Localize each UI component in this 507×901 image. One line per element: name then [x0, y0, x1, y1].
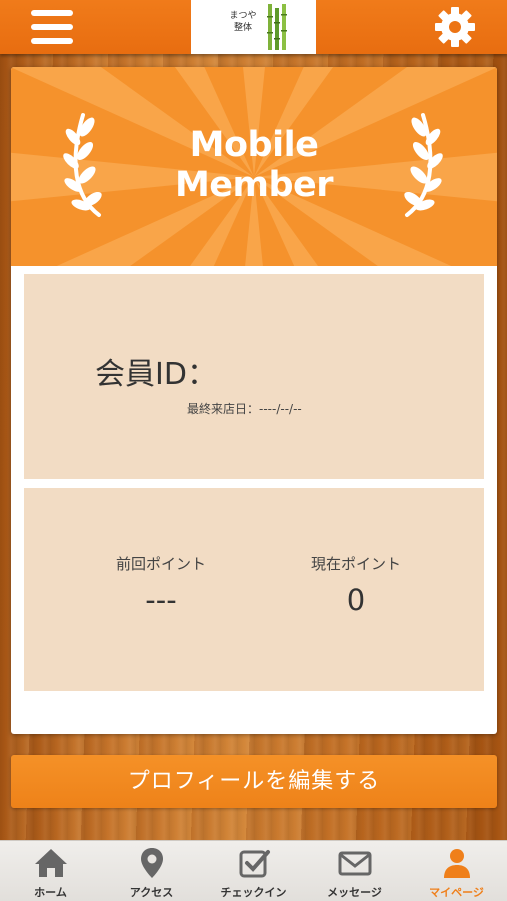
- tab-label-access: アクセス: [129, 886, 174, 899]
- top-header: まつや 整体: [0, 0, 507, 54]
- tab-label-checkin: チェックイン: [220, 886, 287, 899]
- gear-icon[interactable]: [434, 6, 476, 48]
- current-points-value: 0: [346, 583, 366, 617]
- checkbox-icon: [239, 850, 270, 878]
- envelope-icon: [338, 851, 372, 876]
- tab-home[interactable]: ホーム: [0, 841, 101, 901]
- tab-access[interactable]: アクセス: [101, 841, 202, 901]
- tab-mypage[interactable]: マイページ: [406, 841, 507, 901]
- tab-label-home: ホーム: [34, 886, 67, 899]
- last-visit-date: 最終来店日：----/--/--: [187, 402, 302, 416]
- bottom-tab-bar: ホーム アクセス チェックイン メッセージ マイページ: [0, 840, 507, 901]
- banner-title: Mobile Member: [11, 125, 497, 205]
- person-icon: [444, 849, 470, 878]
- map-pin-icon: [141, 848, 163, 878]
- member-id-label: 会員ID：: [95, 357, 217, 392]
- logo-text: まつや 整体: [229, 11, 257, 33]
- banner-title-line1: Mobile: [189, 125, 319, 165]
- edit-profile-button[interactable]: プロフィールを編集する: [11, 755, 497, 808]
- tab-message[interactable]: メッセージ: [304, 841, 405, 901]
- points-panel: 前回ポイント --- 現在ポイント 0: [24, 488, 484, 691]
- previous-points-value: ---: [145, 583, 177, 617]
- tab-label-mypage: マイページ: [429, 886, 484, 899]
- banner-title-line2: Member: [174, 165, 334, 205]
- current-points-label: 現在ポイント: [310, 555, 401, 573]
- hamburger-menu-icon[interactable]: [31, 10, 75, 46]
- member-id-panel: 会員ID： 最終来店日：----/--/--: [24, 274, 484, 479]
- home-icon: [35, 849, 67, 877]
- member-card: Mobile Member 会員ID： 最終来店日：----/--/-- 前回ポ…: [11, 67, 497, 734]
- logo[interactable]: まつや 整体: [191, 0, 316, 54]
- bamboo-icon: [267, 4, 287, 50]
- mobile-member-banner: Mobile Member: [11, 67, 497, 266]
- previous-points-label: 前回ポイント: [115, 555, 206, 573]
- tab-label-message: メッセージ: [327, 886, 382, 899]
- tab-checkin[interactable]: チェックイン: [203, 841, 304, 901]
